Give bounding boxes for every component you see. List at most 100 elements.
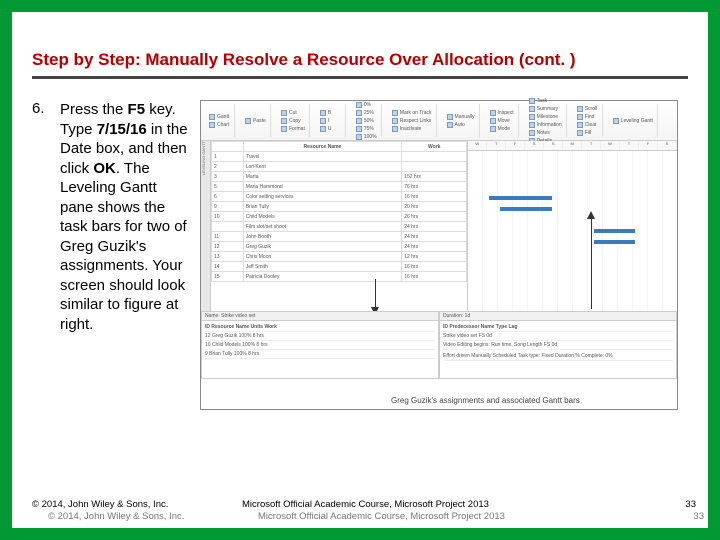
view-sidebar: LEVELING GANTT [201, 141, 211, 311]
ribbon-group: Inspect Move Mode [486, 104, 519, 137]
ribbon-icon [320, 110, 326, 116]
ribbon-icon [392, 126, 398, 132]
gantt-chart: WTFSSMTWTFS [467, 141, 677, 311]
task-form-right-header: Duration: 1d [440, 312, 676, 321]
table-row: 10Child Models26 hrs [212, 212, 467, 222]
footer-copyright: © 2014, John Wiley & Sons, Inc. [32, 499, 242, 510]
ribbon-label: Task [537, 98, 547, 104]
table-row: 5Maria Hammond76 hrs [212, 182, 467, 192]
ribbon-label: 25% [364, 110, 374, 116]
task-form-right: Duration: 1d ID Predecessor Name Type La… [439, 311, 677, 379]
ribbon-label: Inspect [498, 110, 514, 116]
ribbon-label: Gantt [217, 114, 229, 120]
list-item: 9 Brian Tully 100% 8 hrs [205, 350, 435, 359]
table-row: 6Color setting services16 hrs [212, 192, 467, 202]
ribbon-icon [245, 118, 251, 124]
ribbon-icon [356, 118, 362, 124]
slide: Step by Step: Manually Resolve a Resourc… [12, 12, 708, 528]
slide-title: Step by Step: Manually Resolve a Resourc… [32, 50, 688, 79]
ribbon-label: Mode [498, 126, 511, 132]
ribbon-icon [209, 122, 215, 128]
ribbon-icon [356, 102, 362, 108]
ribbon-icon [529, 130, 535, 136]
ribbon-label: Milestone [537, 114, 558, 120]
gantt-timescale: WTFSSMTWTFS [468, 141, 677, 151]
ribbon-icon [209, 114, 215, 120]
ribbon-icon [356, 110, 362, 116]
list-item: Strike video set FS 0d [443, 332, 673, 341]
table-row: 15Patricia Dooley16 hrs [212, 272, 467, 282]
ribbon-label: Inactivate [400, 126, 421, 132]
ribbon-group: Manually Auto [443, 104, 480, 137]
table-row: 3Marta152 hrs [212, 172, 467, 182]
view-label: LEVELING GANTT [201, 141, 206, 215]
ribbon-label: 0% [364, 102, 371, 108]
ribbon-icon [281, 118, 287, 124]
ribbon-icon [356, 134, 362, 140]
ribbon-group: 0%25%50%75%100% [352, 104, 382, 137]
list-item: 10 Child Models 100% 8 hrs [205, 341, 435, 350]
table-row: Film slot/set shoot24 hrs [212, 222, 467, 232]
ribbon-group: BIU [316, 104, 346, 137]
table-row: 14Jeff Smith16 hrs [212, 262, 467, 272]
ribbon-label: Scroll [585, 106, 598, 112]
ribbon-icon [577, 106, 583, 112]
ribbon-icon [490, 110, 496, 116]
ribbon-icon [447, 114, 453, 120]
ribbon-icon [392, 110, 398, 116]
ribbon-icon [447, 122, 453, 128]
ribbon-label: 100% [364, 134, 377, 140]
ribbon-icon [320, 118, 326, 124]
task-form-left-header: Name: Strike video set [202, 312, 438, 321]
ribbon-icon [577, 122, 583, 128]
ribbon-label: Format [289, 126, 305, 132]
ribbon-icon [577, 130, 583, 136]
table-row: 9Brian Tully20 hrs [212, 202, 467, 212]
task-form-panes: Name: Strike video set ID Resource Name … [201, 311, 677, 379]
step: 6. Press the F5 key. Type 7/15/16 in the… [32, 100, 192, 334]
ribbon-group: CutCopyFormat [277, 104, 310, 137]
ribbon-icon [490, 126, 496, 132]
ribbon-icon [356, 126, 362, 132]
title-area: Step by Step: Manually Resolve a Resourc… [32, 50, 688, 79]
table-row: 1Travel [212, 152, 467, 162]
ribbon-label: Respect Links [400, 118, 431, 124]
ribbon-label: Auto [455, 122, 465, 128]
table-row: 13Chris Moon12 hrs [212, 252, 467, 262]
ribbon-icon [281, 126, 287, 132]
ribbon-label: Mark on Track [400, 110, 432, 116]
ribbon-label: 75% [364, 126, 374, 132]
resource-grid: Resource NameWork 1Travel2Lori Kent3Mart… [211, 141, 677, 311]
ribbon-label: I [328, 118, 329, 124]
resource-table: Resource NameWork 1Travel2Lori Kent3Mart… [211, 141, 467, 282]
msproject-screenshot: GanttChartPasteCutCopyFormatBIU0%25%50%7… [200, 100, 678, 410]
ribbon-group: Mark on Track Respect Links Inactivate [388, 104, 437, 137]
ribbon-label: Chart [217, 122, 229, 128]
ribbon-label: Manually [455, 114, 475, 120]
list-item: Video Editing begins: Run time, Song Len… [443, 341, 673, 350]
ribbon-label: Cut [289, 110, 297, 116]
ribbon-label: B [328, 110, 331, 116]
ribbon-icon [392, 118, 398, 124]
ribbon-icon [490, 118, 496, 124]
ribbon-label: Move [498, 118, 510, 124]
footer: © 2014, John Wiley & Sons, Inc. Microsof… [32, 499, 696, 510]
ribbon-label: Summary [537, 106, 558, 112]
ribbon-icon [320, 126, 326, 132]
footer-shadow: © 2014, John Wiley & Sons, Inc. Microsof… [48, 511, 704, 522]
ribbon-label: Fill [585, 130, 591, 136]
ribbon-group: Leveling Gantt [609, 104, 658, 137]
ribbon: GanttChartPasteCutCopyFormatBIU0%25%50%7… [201, 101, 677, 141]
ribbon-label: Notes [537, 130, 550, 136]
ribbon-icon [529, 98, 535, 104]
ribbon-icon [613, 118, 619, 124]
ribbon-group: TaskSummaryMilestoneInformationNotesDeta… [525, 104, 567, 137]
table-row: 12Greg Guzik24 hrs [212, 242, 467, 252]
ribbon-icon [529, 114, 535, 120]
footer-page: 33 [656, 499, 696, 510]
body: 6. Press the F5 key. Type 7/15/16 in the… [32, 100, 688, 410]
ribbon-label: U [328, 126, 332, 132]
table-row: 2Lori Kent [212, 162, 467, 172]
ribbon-icon [281, 110, 287, 116]
ribbon-icon [529, 122, 535, 128]
